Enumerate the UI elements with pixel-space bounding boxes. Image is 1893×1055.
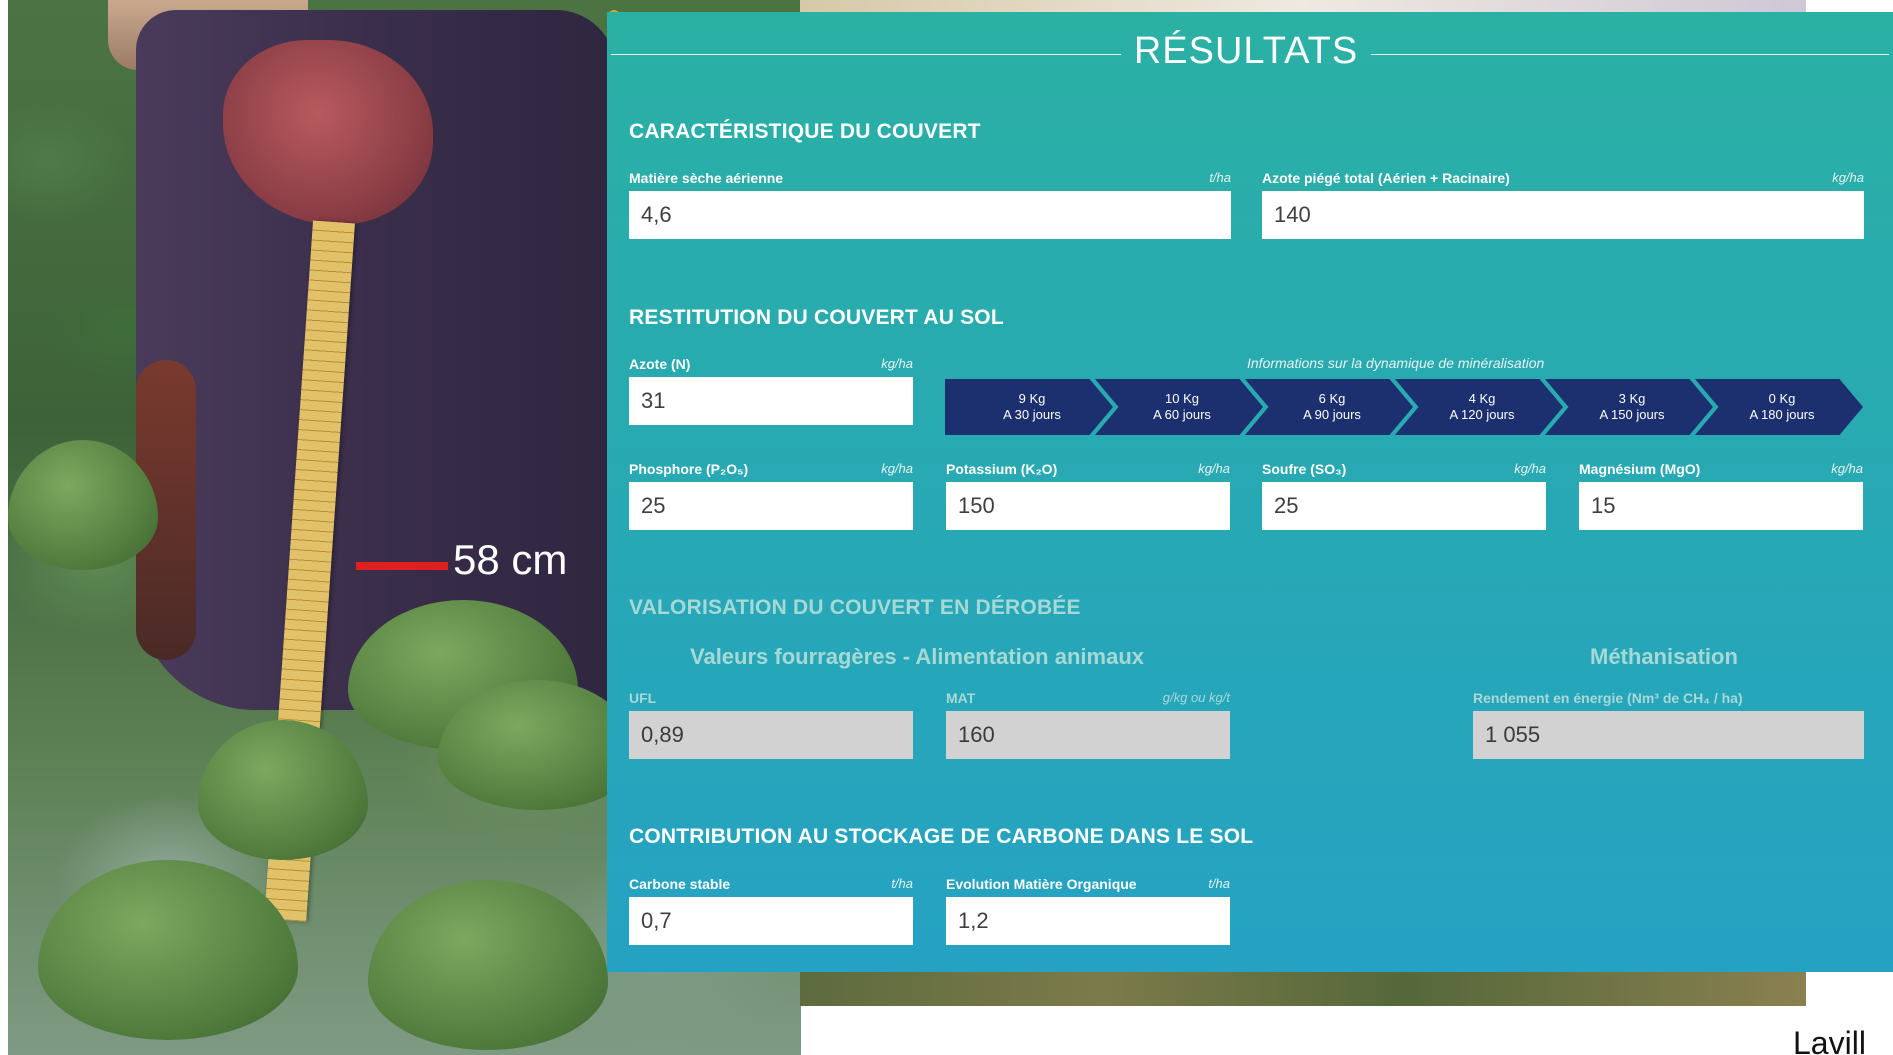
- results-panel: RÉSULTATS CARACTÉRISTIQUE DU COUVERT Mat…: [607, 12, 1893, 972]
- mineralisation-step: 6 Kg A 90 jours: [1245, 379, 1413, 435]
- section-caracteristique: CARACTÉRISTIQUE DU COUVERT: [629, 120, 981, 143]
- field-mat: MAT g/kg ou kg/t 160: [946, 690, 1230, 760]
- soufre-value[interactable]: 25: [1262, 482, 1546, 530]
- field-label: Potassium (K₂O): [946, 461, 1058, 477]
- field-unit: kg/ha: [1832, 170, 1864, 185]
- title-divider-right: [1371, 54, 1889, 55]
- mineralisation-caption: Informations sur la dynamique de minéral…: [1247, 355, 1545, 371]
- field-ufl: UFL 0,89: [629, 690, 913, 760]
- field-evolution-mo: Evolution Matière Organique t/ha 1,2: [946, 876, 1230, 946]
- field-carbone-stable: Carbone stable t/ha 0,7: [629, 876, 913, 946]
- field-label: Rendement en énergie (Nm³ de CH₄ / ha): [1473, 690, 1743, 706]
- photo-credit: Lavill: [1793, 1025, 1866, 1055]
- field-label: Matière sèche aérienne: [629, 170, 784, 186]
- mineralisation-step: 4 Kg A 120 jours: [1395, 379, 1563, 435]
- step-jours: A 90 jours: [1303, 407, 1361, 422]
- field-phosphore: Phosphore (P₂O₅) kg/ha 25: [629, 461, 913, 531]
- slide: 58 cm Lavill RÉSULTATS CARACTÉRISTIQUE D…: [0, 0, 1893, 1055]
- field-label: MAT: [946, 690, 976, 706]
- mat-value: 160: [946, 711, 1230, 759]
- ufl-value: 0,89: [629, 711, 913, 759]
- field-unit: kg/ha: [1198, 461, 1230, 476]
- section-carbone: CONTRIBUTION AU STOCKAGE DE CARBONE DANS…: [629, 825, 1254, 848]
- field-label: Azote piégé total (Aérien + Racinaire): [1262, 170, 1510, 186]
- carbone-stable-value[interactable]: 0,7: [629, 897, 913, 945]
- evolution-mo-value[interactable]: 1,2: [946, 897, 1230, 945]
- measure-marker: [356, 562, 448, 570]
- field-azote-piege: Azote piégé total (Aérien + Racinaire) k…: [1262, 170, 1864, 240]
- leaf: [38, 860, 298, 1040]
- field-label: Soufre (SO₃): [1262, 461, 1347, 477]
- step-jours: A 60 jours: [1153, 407, 1211, 422]
- step-jours: A 30 jours: [1003, 407, 1061, 422]
- field-label: UFL: [629, 690, 657, 706]
- field-matiere-seche: Matière sèche aérienne t/ha 4,6: [629, 170, 1231, 240]
- field-label: Phosphore (P₂O₅): [629, 461, 749, 477]
- section-valorisation: VALORISATION DU COUVERT EN DÉROBÉE: [629, 596, 1081, 619]
- step-kg: 6 Kg: [1318, 391, 1346, 406]
- measure-label: 58 cm: [453, 536, 568, 583]
- phosphore-value[interactable]: 25: [629, 482, 913, 530]
- field-unit: kg/ha: [1514, 461, 1546, 476]
- field-unit: t/ha: [1209, 170, 1231, 185]
- magnesium-value[interactable]: 15: [1579, 482, 1863, 530]
- step-kg: 9 Kg: [1018, 391, 1046, 406]
- potassium-value[interactable]: 150: [946, 482, 1230, 530]
- step-kg: 3 Kg: [1618, 391, 1646, 406]
- step-jours: A 150 jours: [1599, 407, 1665, 422]
- field-label: Carbone stable: [629, 876, 731, 892]
- step-kg: 0 Kg: [1768, 391, 1796, 406]
- panel-title: RÉSULTATS: [1133, 30, 1359, 72]
- panel-title-row: RÉSULTATS: [607, 24, 1893, 84]
- step-jours: A 180 jours: [1749, 407, 1815, 422]
- mineralisation-timeline: 9 Kg A 30 jours 10 Kg A 60 jours 6 Kg A …: [945, 379, 1863, 435]
- field-potassium: Potassium (K₂O) kg/ha 150: [946, 461, 1230, 531]
- field-label: Evolution Matière Organique: [946, 876, 1137, 892]
- azote-value[interactable]: 31: [629, 377, 913, 425]
- field-label: Magnésium (MgO): [1579, 461, 1701, 477]
- field-label: Azote (N): [629, 356, 691, 372]
- leaf: [368, 880, 608, 1050]
- mineralisation-step: 9 Kg A 30 jours: [945, 379, 1113, 435]
- mineralisation-step: 0 Kg A 180 jours: [1695, 379, 1863, 435]
- leaf: [198, 720, 368, 860]
- field-unit: t/ha: [891, 876, 913, 891]
- title-divider-left: [611, 54, 1121, 55]
- methanisation-heading: Méthanisation: [1590, 644, 1738, 669]
- fourrage-heading: Valeurs fourragères - Alimentation anima…: [690, 644, 1144, 669]
- field-unit: t/ha: [1208, 876, 1230, 891]
- azote-piege-value[interactable]: 140: [1262, 191, 1864, 239]
- field-magnesium: Magnésium (MgO) kg/ha 15: [1579, 461, 1863, 531]
- field-unit: g/kg ou kg/t: [1162, 690, 1230, 705]
- step-kg: 10 Kg: [1165, 391, 1199, 406]
- rendement-value: 1 055: [1473, 711, 1864, 759]
- field-soufre: Soufre (SO₃) kg/ha 25: [1262, 461, 1546, 531]
- mineralisation-step: 3 Kg A 150 jours: [1545, 379, 1713, 435]
- step-jours: A 120 jours: [1449, 407, 1515, 422]
- field-unit: kg/ha: [881, 356, 913, 371]
- field-rendement: Rendement en énergie (Nm³ de CH₄ / ha) 1…: [1473, 690, 1864, 760]
- section-restitution: RESTITUTION DU COUVERT AU SOL: [629, 306, 1004, 329]
- matiere-seche-value[interactable]: 4,6: [629, 191, 1231, 239]
- field-unit: kg/ha: [881, 461, 913, 476]
- field-azote: Azote (N) kg/ha 31: [629, 356, 913, 426]
- step-kg: 4 Kg: [1468, 391, 1496, 406]
- mineralisation-step: 10 Kg A 60 jours: [1095, 379, 1263, 435]
- field-unit: kg/ha: [1831, 461, 1863, 476]
